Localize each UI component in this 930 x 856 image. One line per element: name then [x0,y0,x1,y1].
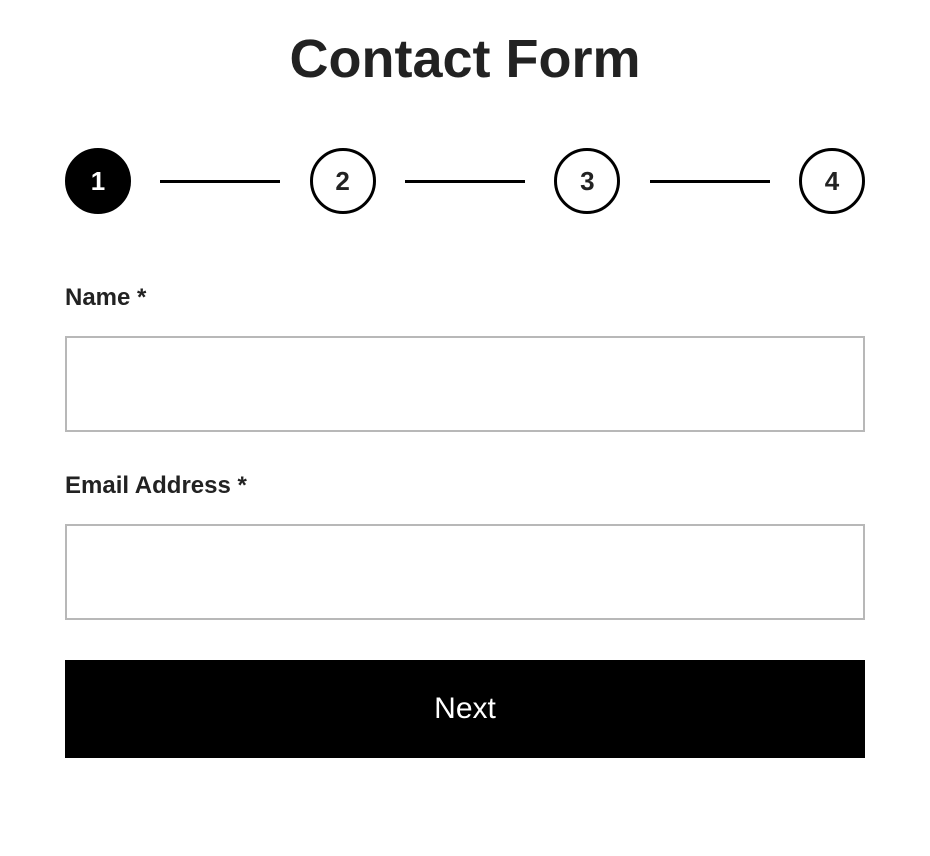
step-3[interactable]: 3 [554,148,620,214]
form-group-name: Name * [65,284,865,432]
name-label: Name * [65,284,865,312]
step-1[interactable]: 1 [65,148,131,214]
email-input[interactable] [65,524,865,620]
form-container: Contact Form 1 2 3 4 Name * Email Addres… [65,0,865,758]
name-input[interactable] [65,336,865,432]
stepper-connector [650,180,770,183]
stepper-connector [160,180,280,183]
step-4[interactable]: 4 [799,148,865,214]
page-title: Contact Form [65,28,865,90]
stepper-connector [405,180,525,183]
form-group-email: Email Address * [65,472,865,620]
email-label: Email Address * [65,472,865,500]
step-2[interactable]: 2 [310,148,376,214]
stepper: 1 2 3 4 [65,148,865,214]
next-button[interactable]: Next [65,660,865,758]
